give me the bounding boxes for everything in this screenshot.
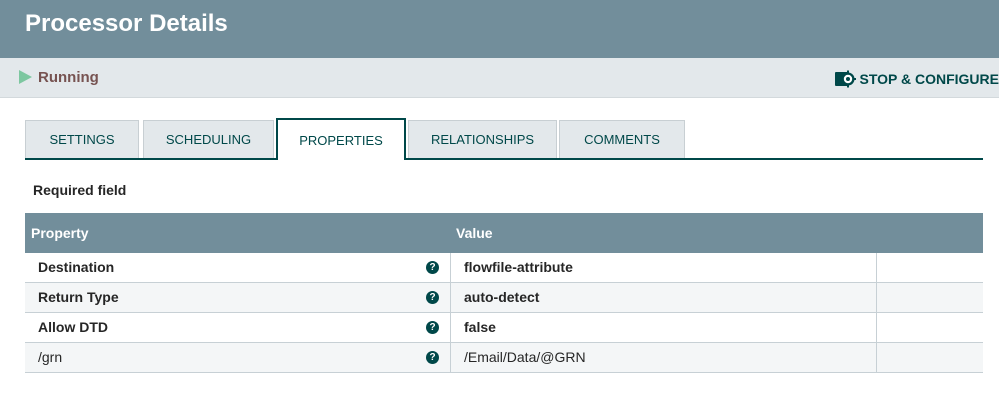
dialog-title: Processor Details <box>25 10 228 37</box>
tab-settings[interactable]: SETTINGS <box>25 120 139 158</box>
column-header-value[interactable]: Value <box>451 213 983 253</box>
column-header-property[interactable]: Property <box>25 213 451 253</box>
stop-configure-button[interactable]: STOP & CONFIGURE <box>834 68 999 90</box>
tab-relationships[interactable]: RELATIONSHIPS <box>408 120 557 158</box>
row-actions-cell <box>877 343 983 372</box>
property-value[interactable]: false <box>451 313 877 342</box>
table-row[interactable]: Allow DTD ? false <box>25 313 983 343</box>
tab-comments[interactable]: COMMENTS <box>559 120 685 158</box>
table-row[interactable]: Return Type ? auto-detect <box>25 283 983 313</box>
row-actions-cell <box>877 313 983 342</box>
property-name-cell: Allow DTD ? <box>25 313 451 342</box>
help-icon[interactable]: ? <box>426 351 439 364</box>
tab-baseline <box>25 158 983 160</box>
dialog-header: Processor Details <box>0 0 999 58</box>
property-value[interactable]: auto-detect <box>451 283 877 312</box>
run-status-label: Running <box>38 69 99 86</box>
required-field-label: Required field <box>33 182 127 198</box>
property-value[interactable]: flowfile-attribute <box>451 253 877 282</box>
property-name-cell: Return Type ? <box>25 283 451 312</box>
property-name: Return Type <box>38 289 119 305</box>
row-actions-cell <box>877 283 983 312</box>
property-name-cell: /grn ? <box>25 343 451 372</box>
stop-configure-icon <box>835 70 857 88</box>
property-name: Allow DTD <box>38 319 108 335</box>
properties-table: Property Value Destination ? flowfile-at… <box>25 213 983 373</box>
play-icon <box>19 70 32 84</box>
help-icon[interactable]: ? <box>426 291 439 304</box>
tab-bar: SETTINGS SCHEDULING PROPERTIES RELATIONS… <box>25 118 983 160</box>
property-name: /grn <box>38 349 63 365</box>
row-actions-cell <box>877 253 983 282</box>
table-header: Property Value <box>25 213 983 253</box>
tab-properties[interactable]: PROPERTIES <box>276 118 406 160</box>
table-row[interactable]: Destination ? flowfile-attribute <box>25 253 983 283</box>
property-name: Destination <box>38 259 115 275</box>
property-name-cell: Destination ? <box>25 253 451 282</box>
stop-configure-label: STOP & CONFIGURE <box>859 71 999 87</box>
property-value[interactable]: /Email/Data/@GRN <box>451 343 877 372</box>
status-bar: Running STOP & CONFIGURE <box>0 58 999 98</box>
tab-scheduling[interactable]: SCHEDULING <box>143 120 274 158</box>
help-icon[interactable]: ? <box>426 321 439 334</box>
help-icon[interactable]: ? <box>426 261 439 274</box>
table-row[interactable]: /grn ? /Email/Data/@GRN <box>25 343 983 373</box>
